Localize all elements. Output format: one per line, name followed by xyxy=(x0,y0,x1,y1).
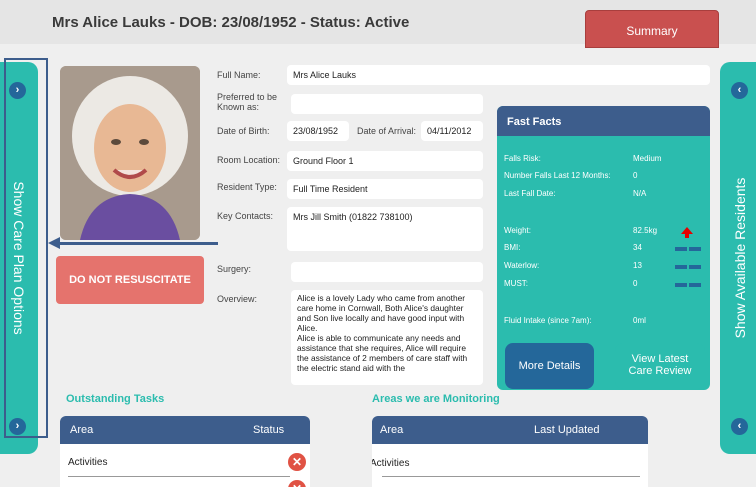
fluid-intake-row: Fluid Intake (since 7am): 0ml xyxy=(497,314,710,328)
surgery-label: Surgery: xyxy=(217,264,252,274)
weight-row: Weight: 82.5kg xyxy=(497,224,710,238)
preferred-name-field[interactable] xyxy=(291,94,483,114)
trend-flat-icon xyxy=(675,280,703,289)
table-header: Area Last Updated xyxy=(372,416,648,444)
col-area-header: Area xyxy=(380,424,404,436)
must-value: 0 xyxy=(633,279,638,288)
page-title: Mrs Alice Lauks - DOB: 23/08/1952 - Stat… xyxy=(52,14,410,31)
monitoring-area: Activities xyxy=(372,458,410,469)
show-care-plan-options-label[interactable]: Show Care Plan Options xyxy=(11,181,27,334)
not-complete-icon: ✕ xyxy=(288,480,306,487)
monitoring-table: Area Last Updated Activities xyxy=(372,416,648,487)
bmi-label: BMI: xyxy=(504,243,521,252)
col-status-header: Status xyxy=(253,424,285,436)
arrow-left-icon xyxy=(48,237,60,249)
resident-type-label: Resident Type: xyxy=(217,182,277,192)
bmi-row: BMI: 34 xyxy=(497,241,710,255)
chevron-left-icon[interactable]: ‹ xyxy=(731,82,748,99)
chevron-right-icon[interactable]: › xyxy=(9,418,26,435)
fast-facts-title: Fast Facts xyxy=(497,106,710,136)
bmi-value: 34 xyxy=(633,243,642,252)
falls-risk-label: Falls Risk: xyxy=(504,154,541,163)
falls-risk-value: Medium xyxy=(633,154,662,163)
falls-12-value: 0 xyxy=(633,171,638,180)
falls-12-label: Number Falls Last 12 Months: xyxy=(504,171,611,180)
view-care-review-line2: Care Review xyxy=(628,365,692,377)
room-location-label: Room Location: xyxy=(217,155,281,165)
fluid-intake-value: 0ml xyxy=(633,316,646,325)
table-row[interactable]: Activities ✕ xyxy=(60,452,310,476)
waterlow-value: 13 xyxy=(633,261,642,270)
must-label: MUST: xyxy=(504,279,528,288)
last-fall-label: Last Fall Date: xyxy=(504,189,556,198)
overview-label: Overview: xyxy=(217,294,258,304)
col-area-header: Area xyxy=(70,424,94,436)
date-of-arrival-label: Date of Arrival: xyxy=(357,126,417,136)
col-last-updated-header: Last Updated xyxy=(534,424,600,436)
falls-12-row: Number Falls Last 12 Months: 0 xyxy=(497,169,710,183)
full-name-field[interactable]: Mrs Alice Lauks xyxy=(287,65,710,85)
outstanding-tasks-table: Area Status Activities ✕ ✕ xyxy=(60,416,310,487)
overview-text[interactable]: Alice is a lovely Lady who came from ano… xyxy=(291,290,483,385)
more-details-button[interactable]: More Details xyxy=(505,343,594,389)
fluid-intake-label: Fluid Intake (since 7am): xyxy=(504,316,592,325)
trend-up-icon xyxy=(681,227,693,238)
dob-field[interactable]: 23/08/1952 xyxy=(287,121,349,141)
surgery-field[interactable] xyxy=(291,262,483,282)
weight-value: 82.5kg xyxy=(633,226,658,235)
waterlow-row: Waterlow: 13 xyxy=(497,259,710,273)
task-area: Activities xyxy=(68,457,108,468)
key-contacts-field[interactable]: Mrs Jill Smith (01822 738100) xyxy=(287,207,483,251)
row-divider xyxy=(382,476,640,477)
trend-flat-icon xyxy=(675,262,703,271)
resident-type-field[interactable]: Full Time Resident xyxy=(287,179,483,199)
summary-button[interactable]: Summary xyxy=(585,10,719,48)
table-row[interactable]: Activities xyxy=(372,452,648,476)
preferred-name-label: Preferred to be Known as: xyxy=(217,92,278,112)
outstanding-tasks-title: Outstanding Tasks xyxy=(66,393,165,405)
must-row: MUST: 0 xyxy=(497,277,710,291)
do-not-resuscitate-badge: DO NOT RESUSCITATE xyxy=(56,256,204,304)
table-header: Area Status xyxy=(60,416,310,444)
arrow-line xyxy=(58,242,218,245)
not-complete-icon: ✕ xyxy=(288,453,306,471)
view-care-review-line1: View Latest xyxy=(631,353,689,365)
full-name-label: Full Name: xyxy=(217,70,261,80)
weight-label: Weight: xyxy=(504,226,531,235)
falls-risk-row: Falls Risk: Medium xyxy=(497,152,710,166)
last-fall-value: N/A xyxy=(633,189,647,198)
resident-photo xyxy=(60,66,200,240)
waterlow-label: Waterlow: xyxy=(504,261,540,270)
row-divider xyxy=(68,476,290,477)
date-of-arrival-field[interactable]: 04/11/2012 xyxy=(421,121,483,141)
chevron-right-icon[interactable]: › xyxy=(9,82,26,99)
room-location-field[interactable]: Ground Floor 1 xyxy=(287,151,483,171)
show-available-residents-label[interactable]: Show Available Residents xyxy=(732,178,748,339)
dob-label: Date of Birth: xyxy=(217,126,270,136)
last-fall-row: Last Fall Date: N/A xyxy=(497,187,710,201)
trend-flat-icon xyxy=(675,244,703,253)
chevron-left-icon[interactable]: ‹ xyxy=(731,418,748,435)
key-contacts-label: Key Contacts: xyxy=(217,211,274,221)
monitoring-title: Areas we are Monitoring xyxy=(372,393,500,405)
view-care-review-button[interactable]: View Latest Care Review xyxy=(615,343,705,389)
